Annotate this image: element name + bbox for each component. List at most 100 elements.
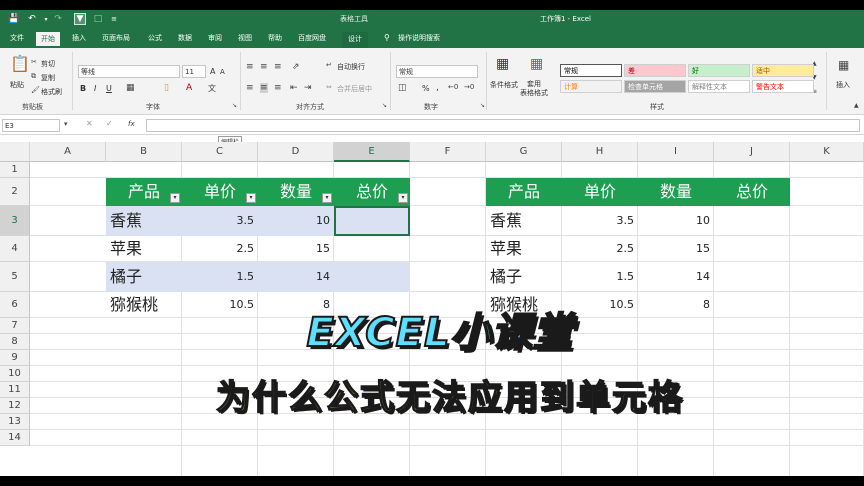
cell-style-1[interactable]: 差 [624,64,686,77]
align-top-icon[interactable]: ≡ [246,62,254,72]
format-as-table-icon[interactable]: ▦ [530,56,543,72]
font-color-icon[interactable]: A [186,83,192,93]
table_left-cell-r2-c2[interactable]: 14 [258,262,334,292]
table_left-cell-r1-c0[interactable]: 苹果 [106,236,182,262]
save-icon[interactable]: 💾 [8,13,20,25]
column-header-c[interactable]: C [182,142,258,162]
table_left-cell-r0-c1[interactable]: 3.5 [182,206,258,236]
percent-style-button[interactable]: % [422,84,430,93]
table_right-cell-r0-c1[interactable]: 3.5 [562,206,638,236]
table_left-cell-r1-c2[interactable]: 15 [258,236,334,262]
cell-style-5[interactable]: 检查单元格 [624,80,686,93]
tab-home[interactable]: 开始 [36,32,60,46]
underline-button[interactable]: U [106,84,112,93]
row-header-3[interactable]: 3 [0,206,30,236]
cell-style-0[interactable]: 常规 [560,64,622,77]
fill-color-icon[interactable]: ▯ [164,83,169,93]
row-header-14[interactable]: 14 [0,430,30,446]
format-painter-icon[interactable]: 🖌 [31,86,40,94]
table_right-cell-r3-c3[interactable] [714,292,790,318]
copy-button[interactable]: 复制 [41,73,55,83]
column-header-a[interactable]: A [30,142,106,162]
column-header-h[interactable]: H [562,142,638,162]
table_left-cell-r1-c1[interactable]: 2.5 [182,236,258,262]
italic-button[interactable]: I [94,84,96,93]
merge-center-icon[interactable]: ⇔ [326,83,332,91]
tab-baidu-netdisk[interactable]: 百度网盘 [298,33,326,43]
table_right-cell-r2-c3[interactable] [714,262,790,292]
row-header-6[interactable]: 6 [0,292,30,318]
decrease-indent-icon[interactable]: ⇤ [290,83,298,93]
borders-icon[interactable]: ▦ [126,83,135,93]
cell-style-4[interactable]: 计算 [560,80,622,93]
align-right-icon[interactable]: ≡ [274,83,282,93]
copy-icon[interactable]: ⧉ [31,72,36,81]
column-header-j[interactable]: J [714,142,790,162]
customize-qat-icon[interactable]: ≡ [108,13,120,25]
column-header-f[interactable]: F [410,142,486,162]
table_left-cell-r2-c0[interactable]: 橘子 [106,262,182,292]
number-format-select[interactable]: 常规 [396,65,478,78]
font-shrink-button[interactable]: A [220,68,225,76]
table_left-cell-r0-c0[interactable]: 香蕉 [106,206,182,236]
alignment-dialog-launcher-icon[interactable]: ↘ [382,102,387,109]
merge-center-button[interactable]: 合并后居中 [337,84,372,94]
tell-me-search[interactable]: 操作说明搜索 [398,33,440,43]
table_right-cell-r1-c3[interactable] [714,236,790,262]
align-bottom-icon[interactable]: ≡ [274,62,282,72]
accounting-format-icon[interactable]: ◫ [398,83,407,93]
table_right-cell-r2-c1[interactable]: 1.5 [562,262,638,292]
table_right-cell-r1-c0[interactable]: 苹果 [486,236,562,262]
row-header-4[interactable]: 4 [0,236,30,262]
cell-style-6[interactable]: 解释性文本 [688,80,750,93]
tab-help[interactable]: 帮助 [268,33,282,43]
tab-file[interactable]: 文件 [10,33,24,43]
align-center-icon[interactable]: ≡ [260,83,268,93]
format-as-table-button[interactable]: 套用 表格格式 [520,80,548,98]
cell-style-2[interactable]: 好 [688,64,750,77]
wrap-text-icon[interactable]: ↵ [326,61,332,69]
table_left-cell-r3-c0[interactable]: 猕猴桃 [106,292,182,318]
tab-review[interactable]: 审阅 [208,33,222,43]
increase-decimal-icon[interactable]: ←0 [448,83,458,91]
cut-icon[interactable]: ✂ [31,58,37,66]
comma-style-button[interactable]: , [436,83,439,93]
font-name-select[interactable]: 等线 [78,65,180,78]
tab-insert[interactable]: 插入 [72,33,86,43]
row-header-9[interactable]: 9 [0,350,30,366]
orientation-icon[interactable]: ⇗ [292,62,300,72]
cancel-icon[interactable]: ✕ [86,119,93,128]
filter-dropdown-icon[interactable]: ▾ [246,193,256,203]
table_right-cell-r3-c2[interactable]: 8 [638,292,714,318]
wrap-text-button[interactable]: 自动换行 [337,62,365,72]
enter-icon[interactable]: ✓ [106,119,113,128]
paste-icon[interactable]: 📋 [10,54,30,73]
table_left-cell-r0-c3[interactable] [334,206,410,236]
column-header-d[interactable]: D [258,142,334,162]
table_right-cell-r1-c2[interactable]: 15 [638,236,714,262]
table_right-cell-r0-c0[interactable]: 香蕉 [486,206,562,236]
table_right-cell-r1-c1[interactable]: 2.5 [562,236,638,262]
filter-dropdown-icon[interactable]: ▾ [170,193,180,203]
row-header-7[interactable]: 7 [0,318,30,334]
align-middle-icon[interactable]: ≡ [260,62,268,72]
column-header-g[interactable]: G [486,142,562,162]
conditional-formatting-button[interactable]: 条件格式 [490,80,518,90]
font-size-select[interactable]: 11 [182,65,206,78]
row-header-11[interactable]: 11 [0,382,30,398]
row-header-2[interactable]: 2 [0,178,30,206]
filter-icon[interactable]: ▼ [74,13,86,25]
tab-page-layout[interactable]: 页面布局 [102,33,130,43]
table_left-cell-r2-c1[interactable]: 1.5 [182,262,258,292]
table_right-cell-r0-c3[interactable] [714,206,790,236]
font-grow-button[interactable]: A [210,67,215,76]
filter-dropdown-icon[interactable]: ▾ [398,193,408,203]
insert-cells-icon[interactable]: ▦ [838,58,849,72]
redo-icon[interactable]: ↷ [52,13,64,25]
tab-view[interactable]: 视图 [238,33,252,43]
tab-data[interactable]: 数据 [178,33,192,43]
paste-button[interactable]: 粘贴 [10,80,24,90]
table_right-cell-r2-c2[interactable]: 14 [638,262,714,292]
table_left-cell-r1-c3[interactable] [334,236,410,262]
table_right-cell-r0-c2[interactable]: 10 [638,206,714,236]
